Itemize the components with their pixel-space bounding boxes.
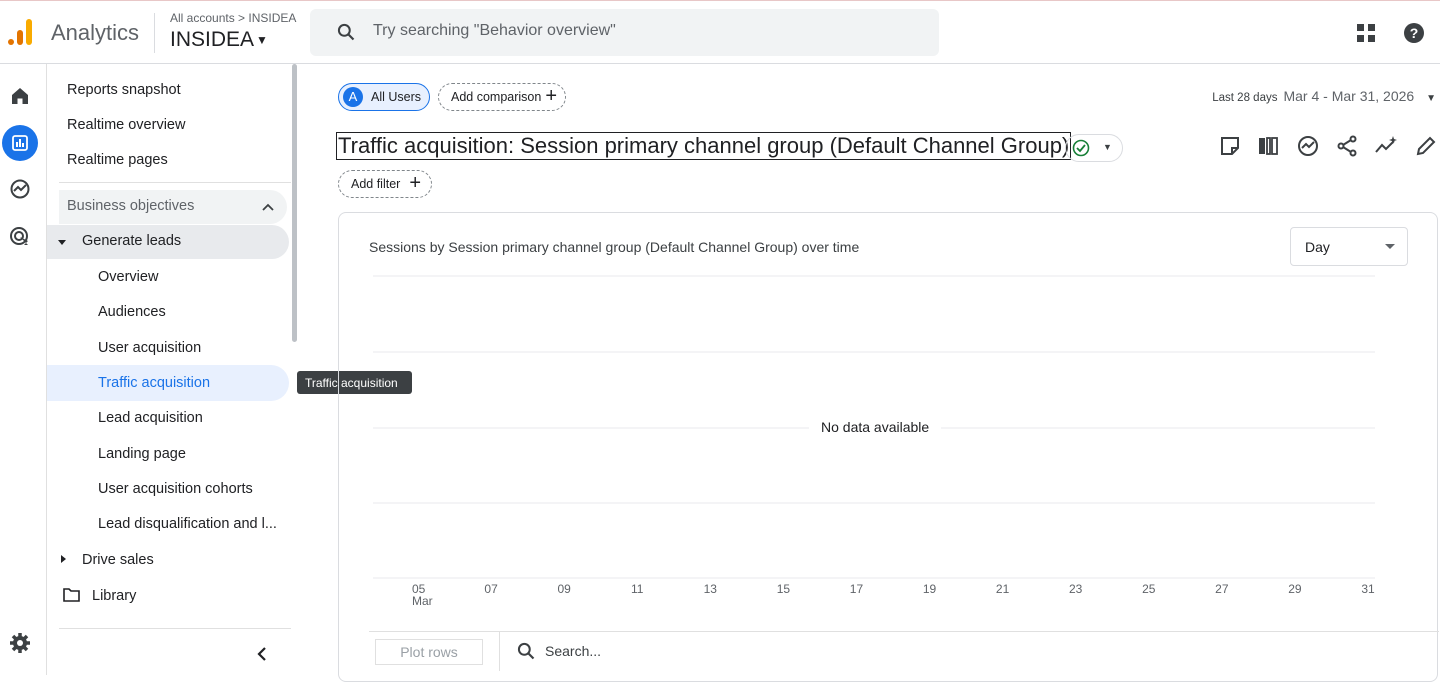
property-dropdown-icon: ▼ [256,33,268,48]
x-tick-label: 15 [777,582,791,596]
nav-landing-page[interactable]: Landing page [98,446,186,462]
advertising-icon[interactable] [8,225,32,249]
nav-lead-acquisition[interactable]: Lead acquisition [98,410,203,426]
x-tick-label: 09 [557,582,571,596]
plot-rows-button[interactable]: Plot rows [375,639,483,665]
x-tick-label: 21 [996,582,1010,596]
chart-card: Sessions by Session primary channel grou… [338,212,1439,682]
global-search[interactable]: Try searching "Behavior overview" [310,9,939,56]
x-tick-label: 13 [704,582,718,596]
reports-icon[interactable] [8,131,32,155]
segment-label: All Users [371,90,422,104]
search-icon [337,23,355,41]
date-range-picker[interactable]: Last 28 days Mar 4 - Mar 31, 2026 ▼ [1212,88,1436,104]
home-icon[interactable] [8,84,32,108]
folder-icon [63,588,80,602]
nav-divider [59,182,291,183]
no-data-message: No data available [809,419,942,435]
add-filter-button[interactable]: Add filter + [338,170,432,198]
x-tick-label: 19 [923,582,937,596]
report-main: A All Users Add comparison + Last 28 day… [298,64,1440,682]
explore-icon[interactable] [8,177,32,201]
status-caret-icon: ▼ [1103,142,1112,152]
search-placeholder: Try searching "Behavior overview" [373,22,616,39]
nav-audiences[interactable]: Audiences [98,304,166,320]
segment-badge: A [343,87,363,107]
nav-user-acquisition-cohorts[interactable]: User acquisition cohorts [98,481,253,497]
x-tick-label: 23 [1069,582,1083,596]
report-title: Traffic acquisition: Session primary cha… [336,132,1072,160]
group-label: Generate leads [82,233,182,249]
x-tick-label: 27 [1215,582,1229,596]
table-search-placeholder: Search... [545,643,602,659]
section-label: Business objectives [67,198,195,214]
nav-traffic-acquisition[interactable]: Traffic acquisition [98,375,210,391]
nav-realtime-overview[interactable]: Realtime overview [67,117,185,133]
nav-user-acquisition[interactable]: User acquisition [98,340,201,356]
add-comparison-label: Add comparison [451,90,542,104]
caret-down-icon [58,240,66,245]
account-breadcrumb[interactable]: All accounts > INSIDEA [170,11,296,25]
share-icon[interactable] [1335,134,1359,158]
help-icon[interactable]: ? [1403,22,1425,44]
property-name: INSIDEA [170,28,255,51]
nav-divider-bottom [59,628,291,629]
add-comparison-button[interactable]: Add comparison + [438,83,566,111]
nav-reports-snapshot[interactable]: Reports snapshot [67,82,181,98]
app-name: Analytics [51,20,140,45]
collapse-nav-chevron-icon[interactable] [255,646,269,662]
x-tick-label: 29 [1288,582,1302,596]
x-tick-month-label: Mar [412,594,433,608]
report-navigation: Reports snapshot Realtime overview Realt… [47,64,291,675]
insights-note-icon[interactable] [1218,134,1242,158]
top-bar: Analytics All accounts > INSIDEA INSIDEA… [0,0,1440,64]
compare-columns-icon[interactable] [1256,134,1280,158]
plus-icon: + [409,172,421,194]
insights-icon[interactable] [1296,134,1320,158]
search-icon [517,642,535,660]
plus-icon: + [545,85,557,107]
chevron-up-icon[interactable] [261,200,275,214]
check-circle-icon [1072,139,1090,157]
nav-overview[interactable]: Overview [98,269,158,285]
apps-grid-icon[interactable] [1356,23,1376,43]
property-selector[interactable]: INSIDEA ▼ [170,28,268,52]
svg-text:?: ? [1410,25,1419,41]
header-divider [154,13,155,53]
report-status-dropdown[interactable]: ▼ [1065,134,1123,162]
x-tick-label: 17 [850,582,864,596]
caret-right-icon [61,555,66,563]
table-search[interactable]: Search... [499,631,1439,671]
segment-chip-all-users[interactable]: A All Users [338,83,430,111]
edit-pencil-icon[interactable] [1414,134,1438,158]
date-range-value: Mar 4 - Mar 31, 2026 [1283,88,1415,104]
analytics-logo-icon[interactable] [6,17,34,47]
date-range-label: Last 28 days [1212,92,1278,104]
nav-library[interactable]: Library [92,588,136,604]
trend-sparkle-icon[interactable] [1374,134,1398,158]
x-tick-label: 07 [484,582,498,596]
x-tick-label: 25 [1142,582,1156,596]
nav-lead-disqualification[interactable]: Lead disqualification and l... [98,516,277,532]
x-tick-label: 31 [1361,582,1375,596]
date-dropdown-icon: ▼ [1426,93,1436,104]
left-rail [0,64,47,675]
nav-drive-sales[interactable]: Drive sales [82,552,154,568]
admin-gear-icon[interactable] [8,631,32,655]
x-tick-label: 11 [631,582,644,596]
add-filter-label: Add filter [351,177,401,191]
nav-scrollbar[interactable] [292,64,297,342]
nav-realtime-pages[interactable]: Realtime pages [67,152,168,168]
